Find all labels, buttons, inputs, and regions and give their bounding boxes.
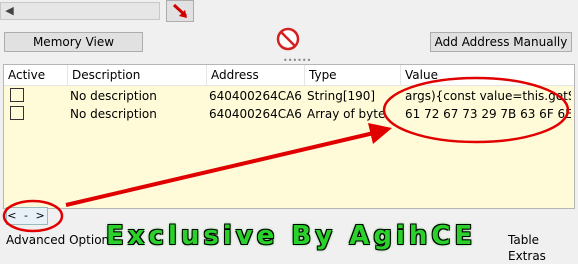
no-entry-icon [276, 27, 300, 51]
row-description[interactable]: No description [70, 87, 204, 105]
column-header-type[interactable]: Type [305, 65, 401, 85]
active-checkbox[interactable] [10, 106, 24, 120]
toolbar: Memory View Add Address Manually [0, 24, 578, 58]
row-address[interactable]: 640400264CA6 [209, 105, 303, 123]
splitter-grip-icon: •••••• [283, 56, 312, 65]
table-extras-link[interactable]: Table Extras [508, 232, 578, 263]
red-arrow-icon [172, 3, 188, 18]
watermark-text: Exclusive By AgihCE [106, 221, 477, 251]
table-row[interactable]: No description 640400264CA6 Array of byt… [4, 105, 574, 123]
row-type[interactable]: String[190] [307, 87, 399, 105]
advanced-options-link[interactable]: Advanced Options [6, 232, 115, 248]
row-type[interactable]: Array of byte [307, 105, 399, 123]
top-strip-right [196, 0, 578, 22]
column-header-active[interactable]: Active [4, 65, 68, 85]
row-address[interactable]: 640400264CA6 [209, 87, 303, 105]
memory-view-button[interactable]: Memory View [4, 32, 143, 52]
address-list[interactable]: Active Description Address Type Value No… [3, 64, 575, 209]
table-row[interactable]: No description 640400264CA6 String[190] … [4, 87, 574, 105]
add-address-manually-button[interactable]: Add Address Manually [430, 32, 572, 52]
clear-list-button[interactable] [275, 26, 301, 52]
row-description[interactable]: No description [70, 105, 204, 123]
column-header-description[interactable]: Description [68, 65, 207, 85]
expand-columns-button[interactable]: < - > [6, 207, 48, 225]
active-checkbox[interactable] [10, 88, 24, 102]
table-header: Active Description Address Type Value [4, 65, 574, 86]
row-value[interactable]: args){const value=this.getStr [405, 87, 571, 105]
row-value[interactable]: 61 72 67 73 29 7B 63 6F 6E 73 [405, 105, 571, 123]
horizontal-scrollbar[interactable]: ◀ [0, 2, 160, 20]
column-header-address[interactable]: Address [207, 65, 305, 85]
scroll-left-icon[interactable]: ◀ [1, 3, 18, 19]
pointer-scan-button[interactable] [166, 0, 194, 22]
column-header-value[interactable]: Value [401, 65, 574, 85]
